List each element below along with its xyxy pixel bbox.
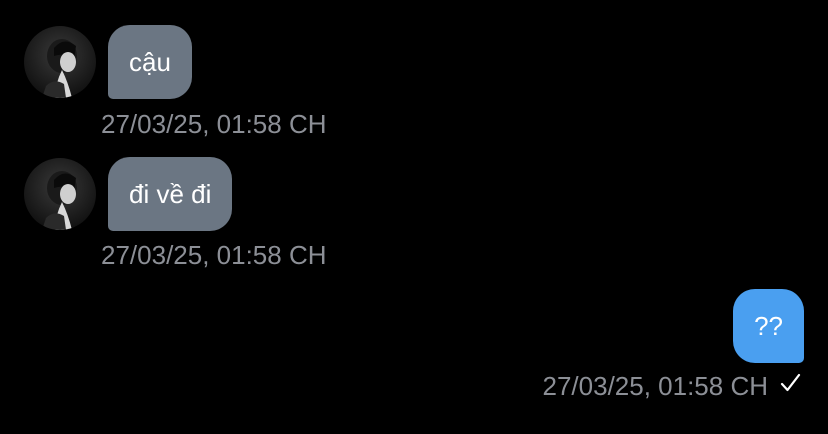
avatar-photo <box>24 158 96 230</box>
message-text: đi về đi <box>129 179 212 209</box>
outgoing-message-bubble[interactable]: ?? <box>733 289 804 363</box>
message-timestamp: 27/03/25, 01:58 CH <box>101 240 327 270</box>
message-timestamp: 27/03/25, 01:58 CH <box>101 109 327 139</box>
message-timestamp: 27/03/25, 01:58 CH <box>542 371 769 401</box>
message-text: cậu <box>129 47 171 77</box>
check-icon <box>778 371 802 401</box>
message-text: ?? <box>754 311 783 341</box>
contact-avatar[interactable] <box>24 158 96 230</box>
incoming-message-bubble[interactable]: cậu <box>108 25 192 99</box>
incoming-message-bubble[interactable]: đi về đi <box>108 157 233 231</box>
message-meta: 27/03/25, 01:58 CH <box>543 371 803 401</box>
avatar-photo <box>24 26 96 98</box>
contact-avatar[interactable] <box>24 26 96 98</box>
